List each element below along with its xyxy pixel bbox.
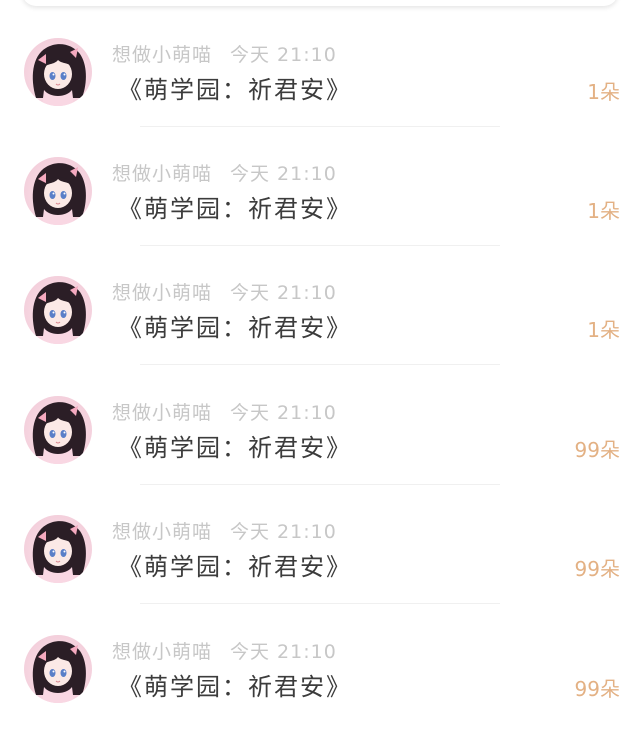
user-name[interactable]: 想做小萌喵: [112, 521, 212, 543]
flower-count: 99朵: [574, 677, 620, 701]
list-item[interactable]: 想做小萌喵 今天 21:10 《萌学园：祈君安》 99朵: [0, 366, 640, 485]
avatar[interactable]: [24, 515, 92, 583]
avatar-girl-icon: [32, 163, 86, 225]
divider: [140, 603, 500, 604]
timestamp: 今天 21:10: [230, 44, 337, 66]
gift-message: 《萌学园：祈君安》: [118, 553, 352, 581]
user-name[interactable]: 想做小萌喵: [112, 163, 212, 185]
flower-count: 99朵: [574, 438, 620, 462]
divider: [140, 364, 500, 365]
flower-count: 1朵: [587, 318, 620, 342]
gift-message: 《萌学园：祈君安》: [118, 76, 352, 104]
avatar[interactable]: [24, 157, 92, 225]
user-name[interactable]: 想做小萌喵: [112, 402, 212, 424]
avatar-girl-icon: [32, 282, 86, 344]
item-meta: 想做小萌喵 今天 21:10: [112, 161, 337, 187]
gift-message: 《萌学园：祈君安》: [118, 673, 352, 701]
avatar-girl-icon: [32, 641, 86, 703]
item-meta: 想做小萌喵 今天 21:10: [112, 400, 337, 426]
user-name[interactable]: 想做小萌喵: [112, 282, 212, 304]
user-name[interactable]: 想做小萌喵: [112, 641, 212, 663]
avatar[interactable]: [24, 396, 92, 464]
avatar-girl-icon: [32, 44, 86, 106]
gift-message: 《萌学园：祈君安》: [118, 195, 352, 223]
list-item[interactable]: 想做小萌喵 今天 21:10 《萌学园：祈君安》 1朵: [0, 8, 640, 127]
item-meta: 想做小萌喵 今天 21:10: [112, 280, 337, 306]
flower-count: 99朵: [574, 557, 620, 581]
gift-message: 《萌学园：祈君安》: [118, 434, 352, 462]
avatar-girl-icon: [32, 402, 86, 464]
flower-count: 1朵: [587, 80, 620, 104]
avatar[interactable]: [24, 635, 92, 703]
list-item[interactable]: 想做小萌喵 今天 21:10 《萌学园：祈君安》 1朵: [0, 127, 640, 246]
list-item[interactable]: 想做小萌喵 今天 21:10 《萌学园：祈君安》 99朵: [0, 485, 640, 604]
timestamp: 今天 21:10: [230, 402, 337, 424]
item-meta: 想做小萌喵 今天 21:10: [112, 519, 337, 545]
timestamp: 今天 21:10: [230, 641, 337, 663]
item-meta: 想做小萌喵 今天 21:10: [112, 639, 337, 665]
list-item[interactable]: 想做小萌喵 今天 21:10 《萌学园：祈君安》 1朵: [0, 246, 640, 365]
avatar[interactable]: [24, 38, 92, 106]
timestamp: 今天 21:10: [230, 521, 337, 543]
gift-message: 《萌学园：祈君安》: [118, 314, 352, 342]
timestamp: 今天 21:10: [230, 282, 337, 304]
user-name[interactable]: 想做小萌喵: [112, 44, 212, 66]
avatar[interactable]: [24, 276, 92, 344]
card-edge: [22, 0, 618, 6]
avatar-girl-icon: [32, 521, 86, 583]
flower-count: 1朵: [587, 199, 620, 223]
timestamp: 今天 21:10: [230, 163, 337, 185]
list-item[interactable]: 想做小萌喵 今天 21:10 《萌学园：祈君安》 99朵: [0, 605, 640, 724]
item-meta: 想做小萌喵 今天 21:10: [112, 42, 337, 68]
